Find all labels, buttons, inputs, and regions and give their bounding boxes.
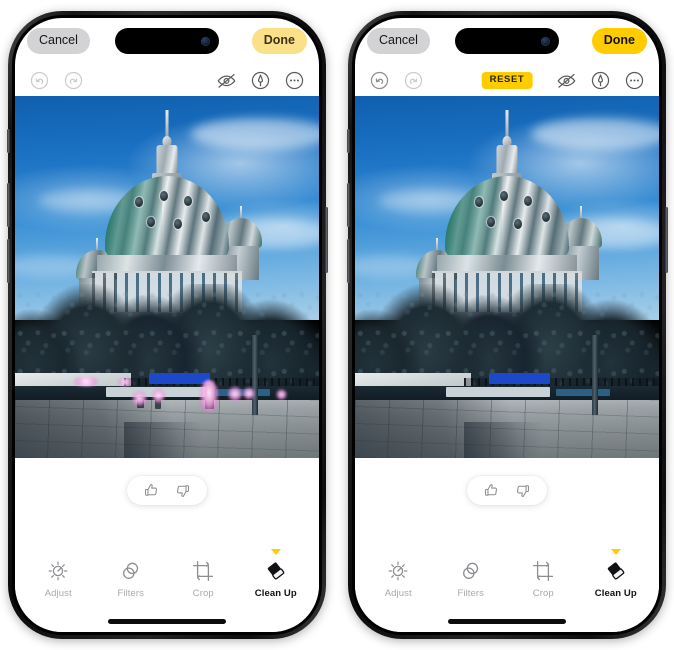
- selected-tool-marker: [270, 548, 281, 555]
- eye-slash-icon[interactable]: [216, 70, 237, 91]
- photo-image-before: [15, 96, 319, 458]
- front-camera-icon: [201, 36, 210, 46]
- tool-cleanup[interactable]: Clean Up: [593, 548, 640, 599]
- front-camera-icon: [541, 36, 550, 46]
- ellipsis-circle-icon[interactable]: [284, 70, 305, 91]
- thumbs-up-icon[interactable]: [483, 482, 500, 499]
- pavement: [355, 400, 659, 458]
- dynamic-island: [455, 28, 559, 54]
- volume-down-button[interactable]: [6, 239, 10, 283]
- cancel-button[interactable]: Cancel: [27, 28, 90, 54]
- tool-crop-label: Crop: [532, 587, 554, 599]
- photo-canvas-after[interactable]: [355, 96, 659, 458]
- editor-body-after: Adjust Filters Crop Clean Up: [355, 458, 659, 632]
- adjust-icon: [46, 558, 70, 584]
- tool-cleanup-label: Clean Up: [594, 587, 637, 599]
- action-button[interactable]: [346, 129, 350, 153]
- cleanup-icon: [264, 558, 288, 584]
- markup-pen-icon[interactable]: [250, 70, 271, 91]
- eye-slash-icon[interactable]: [556, 70, 577, 91]
- screen-before: Cancel Done Adjust Filters Crop Clean Up: [15, 18, 319, 632]
- ellipsis-circle-icon[interactable]: [624, 70, 645, 91]
- home-indicator[interactable]: [108, 619, 226, 624]
- done-button[interactable]: Done: [251, 28, 307, 54]
- person-silhouette: [154, 398, 161, 410]
- cleanup-icon: [604, 558, 628, 584]
- tool-crop[interactable]: Crop: [180, 558, 227, 599]
- tool-adjust-label: Adjust: [44, 587, 72, 599]
- tool-crop-label: Crop: [192, 587, 214, 599]
- photo-canvas-before[interactable]: [15, 96, 319, 458]
- dome-lantern: [156, 145, 178, 175]
- redo-icon[interactable]: [403, 70, 424, 91]
- pavement: [15, 400, 319, 458]
- phone-comparison-stage: Cancel Done Adjust Filters Crop Clean Up…: [0, 0, 674, 650]
- adjust-icon: [386, 558, 410, 584]
- crop-icon: [191, 558, 215, 584]
- editor-toolbar-before: Adjust Filters Crop Clean Up: [15, 548, 319, 599]
- tool-cleanup-label: Clean Up: [254, 587, 297, 599]
- power-button[interactable]: [664, 207, 668, 273]
- editor-body-before: Adjust Filters Crop Clean Up: [15, 458, 319, 632]
- tree-trunk: [252, 334, 259, 415]
- main-dome: [445, 176, 569, 258]
- tool-filters-label: Filters: [117, 587, 145, 599]
- redo-icon[interactable]: [63, 70, 84, 91]
- tool-cleanup[interactable]: Clean Up: [253, 548, 300, 599]
- volume-up-button[interactable]: [346, 183, 350, 227]
- tree-trunk: [592, 334, 599, 415]
- selected-tool-marker: [610, 548, 621, 555]
- tool-adjust-label: Adjust: [384, 587, 412, 599]
- photo-image-after: [355, 96, 659, 458]
- screen-after: Cancel Done RESET Adjust Filters Crop Cl…: [355, 18, 659, 632]
- person-silhouette: [205, 387, 214, 410]
- thumbs-down-icon[interactable]: [514, 482, 531, 499]
- tool-filters[interactable]: Filters: [448, 558, 495, 599]
- dynamic-island: [115, 28, 219, 54]
- edit-toolbar-before: [15, 64, 319, 96]
- home-indicator[interactable]: [448, 619, 566, 624]
- tool-adjust[interactable]: Adjust: [35, 558, 82, 599]
- markup-pen-icon[interactable]: [590, 70, 611, 91]
- filters-icon: [119, 558, 143, 584]
- main-dome: [105, 176, 229, 258]
- power-button[interactable]: [324, 207, 328, 273]
- history-controls: [29, 70, 84, 91]
- filters-icon: [459, 558, 483, 584]
- phone-device-after: Cancel Done RESET Adjust Filters Crop Cl…: [346, 11, 668, 639]
- edit-actions: [556, 70, 645, 91]
- edit-toolbar-after: RESET: [355, 64, 659, 96]
- thumbs-down-icon[interactable]: [174, 482, 191, 499]
- volume-up-button[interactable]: [6, 183, 10, 227]
- reset-button[interactable]: RESET: [481, 71, 533, 89]
- tool-filters[interactable]: Filters: [108, 558, 155, 599]
- tool-crop[interactable]: Crop: [520, 558, 567, 599]
- phone-device-before: Cancel Done Adjust Filters Crop Clean Up: [6, 11, 328, 639]
- dome-lantern: [496, 145, 518, 175]
- crop-icon: [531, 558, 555, 584]
- edit-actions: [216, 70, 305, 91]
- thumbs-up-icon[interactable]: [143, 482, 160, 499]
- editor-toolbar-after: Adjust Filters Crop Clean Up: [355, 548, 659, 599]
- feedback-pill: [127, 476, 207, 505]
- person-silhouette: [136, 396, 144, 409]
- volume-down-button[interactable]: [346, 239, 350, 283]
- cancel-button[interactable]: Cancel: [367, 28, 430, 54]
- feedback-pill: [467, 476, 547, 505]
- done-button[interactable]: Done: [591, 28, 647, 54]
- action-button[interactable]: [6, 129, 10, 153]
- undo-icon[interactable]: [369, 70, 390, 91]
- undo-icon[interactable]: [29, 70, 50, 91]
- history-controls: [369, 70, 424, 91]
- tool-adjust[interactable]: Adjust: [375, 558, 422, 599]
- tool-filters-label: Filters: [457, 587, 485, 599]
